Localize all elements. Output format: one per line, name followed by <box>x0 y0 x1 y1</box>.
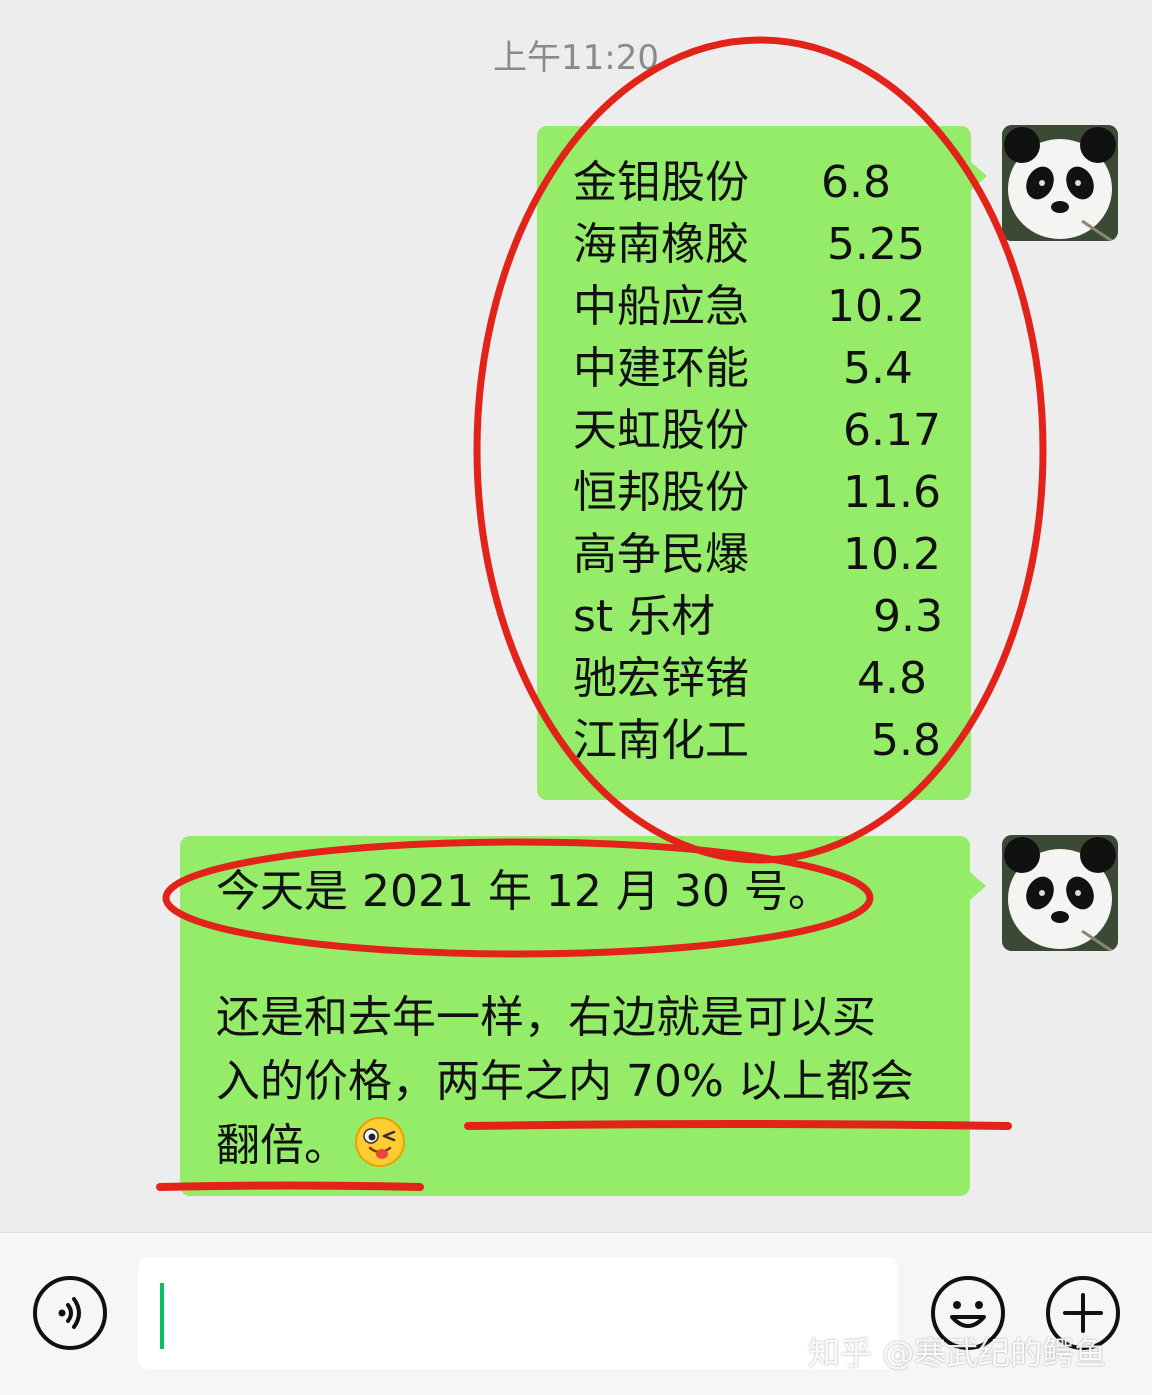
stock-name: 恒邦股份 <box>573 467 749 518</box>
chat-timestamp: 上午11:20 <box>493 38 659 78</box>
stock-name: 中船应急 <box>573 281 749 332</box>
stock-name: 天虹股份 <box>573 405 749 456</box>
message-line: 翻倍。 <box>216 1116 406 1176</box>
panda-avatar-icon <box>1002 835 1118 951</box>
stock-price: 10.2 <box>843 529 941 580</box>
stock-price: 5.25 <box>827 219 925 270</box>
avatar[interactable] <box>1002 125 1118 241</box>
stock-row: 天虹股份 6.17 <box>573 400 943 462</box>
stock-name: 中建环能 <box>573 343 749 394</box>
message-line-text: 翻倍。 <box>216 1120 348 1171</box>
stock-price: 4.8 <box>857 653 927 704</box>
stock-price: 11.6 <box>843 467 941 518</box>
stock-row: 金钼股份 6.8 <box>573 152 943 214</box>
message-input[interactable] <box>138 1257 898 1369</box>
stock-price: 6.8 <box>821 157 891 208</box>
stock-row: 江南化工 5.8 <box>573 710 943 772</box>
stock-row: 驰宏锌锗 4.8 <box>573 648 943 710</box>
winking-tongue-emoji-icon <box>355 1117 405 1167</box>
stock-name: 江南化工 <box>573 715 749 766</box>
stock-row: 恒邦股份 11.6 <box>573 462 943 524</box>
stock-list-message[interactable]: 金钼股份 6.8 海南橡胶 5.25 中船应急 10.2 中建环能 5.4 天虹… <box>537 126 987 800</box>
stock-name: 金钼股份 <box>573 157 749 208</box>
text-caret <box>160 1283 164 1349</box>
message-line: 还是和去年一样，右边就是可以买 <box>216 992 876 1043</box>
stock-name: 驰宏锌锗 <box>573 653 749 704</box>
stock-name: st 乐材 <box>573 591 716 642</box>
voice-icon <box>33 1276 107 1350</box>
watermark: 知乎 @寒武纪的鳄鱼 <box>808 1334 1107 1372</box>
stock-name: 高争民爆 <box>573 529 749 580</box>
stock-row: 中建环能 5.4 <box>573 338 943 400</box>
stock-price: 9.3 <box>873 591 943 642</box>
stock-price: 10.2 <box>827 281 925 332</box>
stock-row: st 乐材 9.3 <box>573 586 943 648</box>
stock-name: 海南橡胶 <box>573 219 749 270</box>
stock-price: 5.4 <box>843 343 913 394</box>
voice-button[interactable] <box>32 1275 108 1351</box>
panda-avatar-icon <box>1002 125 1118 241</box>
text-message[interactable]: 今天是 2021 年 12 月 30 号。 还是和去年一样，右边就是可以买 入的… <box>180 836 986 1196</box>
stock-row: 中船应急 10.2 <box>573 276 943 338</box>
message-line: 今天是 2021 年 12 月 30 号。 <box>216 866 832 917</box>
stock-row: 高争民爆 10.2 <box>573 524 943 586</box>
stock-price: 6.17 <box>843 405 941 456</box>
message-line: 入的价格，两年之内 70% 以上都会 <box>216 1056 914 1107</box>
avatar[interactable] <box>1002 835 1118 951</box>
stock-price: 5.8 <box>871 715 941 766</box>
stock-row: 海南橡胶 5.25 <box>573 214 943 276</box>
